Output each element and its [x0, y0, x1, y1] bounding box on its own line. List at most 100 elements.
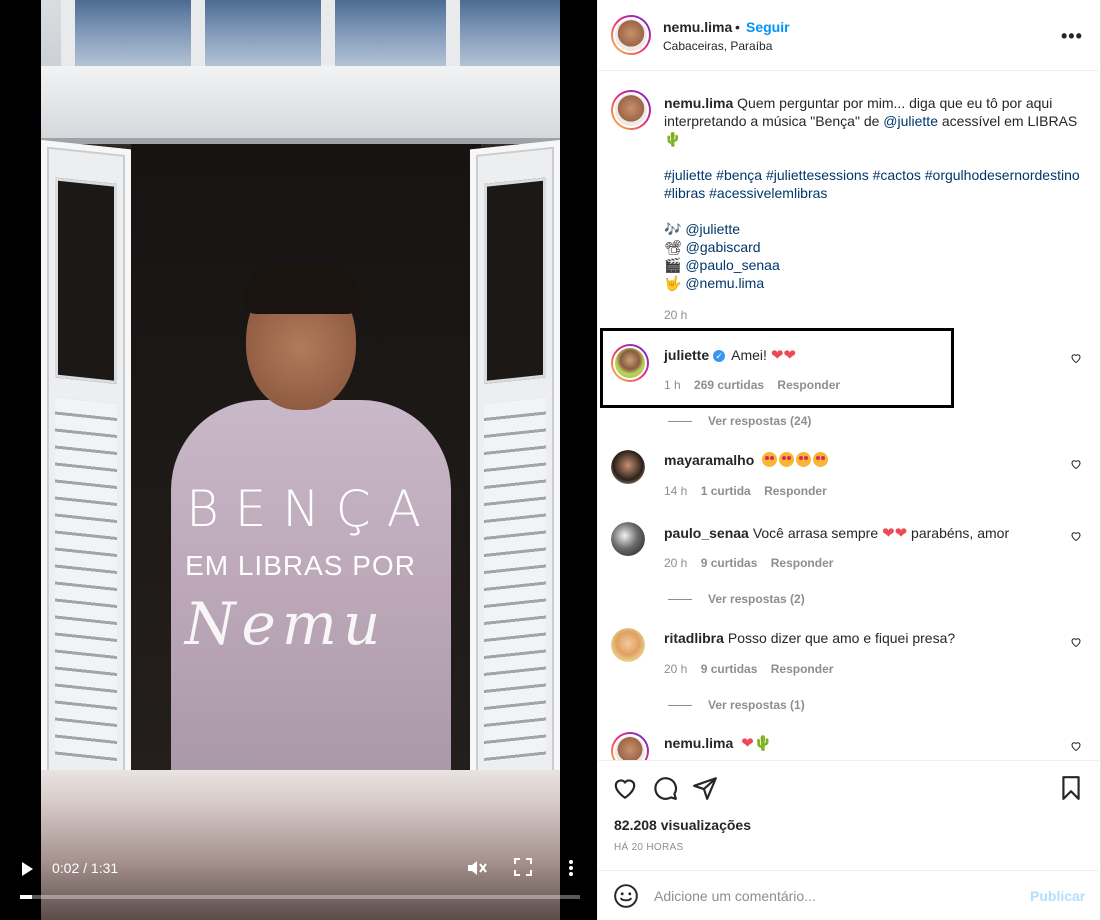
mute-icon[interactable]	[466, 858, 488, 878]
left-shutter	[41, 140, 131, 790]
comment-item: paulo_senaa Você arrasa sempre ❤❤ parabén…	[598, 522, 1101, 582]
post-age: HÁ 20 HORAS	[614, 842, 684, 853]
heart-icon[interactable]	[612, 775, 638, 801]
overlay-title: BENÇA	[186, 480, 437, 538]
post-actions: 82.208 visualizações HÁ 20 HORAS	[598, 760, 1101, 870]
comment-avatar[interactable]	[611, 450, 645, 484]
overlay-subtitle: EM LIBRAS POR	[185, 550, 416, 581]
heart-cactus-emoji: ❤🌵	[741, 735, 773, 752]
credit-mention[interactable]: @gabiscard	[686, 239, 761, 255]
share-icon[interactable]	[692, 775, 718, 801]
post-header: nemu.lima • Seguir Cabaceiras, Paraíba •…	[598, 0, 1101, 71]
comment-text: paulo_senaa Você arrasa sempre ❤❤ parabén…	[664, 525, 1010, 542]
comment-text: mayaramalho	[664, 452, 1054, 468]
hashtag-link[interactable]: #juliettesessions	[766, 167, 869, 183]
view-replies-button[interactable]: Ver respostas (24)	[668, 414, 811, 428]
comment-text: juliette ✓ Amei! ❤❤	[664, 347, 796, 364]
progress-bar[interactable]	[20, 895, 580, 899]
like-comment-icon[interactable]	[1070, 530, 1082, 542]
credit-mention[interactable]: @paulo_senaa	[685, 257, 779, 273]
caption-avatar[interactable]	[611, 90, 651, 130]
avatar[interactable]	[611, 15, 651, 55]
hashtag-link[interactable]: #acessivelemlibras	[709, 185, 827, 201]
comment-username[interactable]: mayaramalho	[664, 452, 754, 468]
heart-emoji: ❤❤	[882, 525, 908, 542]
comment-item: mayaramalho 14 h 1 curtida Responder	[598, 450, 1101, 510]
heart-eyes-emoji	[813, 452, 829, 467]
clapper-icon: 🎬	[664, 257, 682, 273]
hashtag-link[interactable]: #orgulhodesernordestino	[925, 167, 1080, 183]
credits-list: 🎶 @juliette 📽 @gabiscard 🎬 @paulo_senaa …	[664, 220, 1086, 292]
reply-button[interactable]: Responder	[764, 484, 827, 498]
reply-button[interactable]: Responder	[777, 378, 840, 392]
like-comment-icon[interactable]	[1070, 458, 1082, 470]
caption-mention[interactable]: @juliette	[883, 113, 938, 129]
caption-text-after: acessível em LIBRAS	[941, 113, 1078, 129]
comment-likes[interactable]: 1 curtida	[701, 484, 751, 498]
caption-username[interactable]: nemu.lima	[664, 95, 733, 111]
hashtag-link[interactable]: #bença	[716, 167, 762, 183]
comment-avatar[interactable]	[611, 628, 645, 662]
more-options-icon[interactable]	[566, 858, 576, 878]
comment-input[interactable]	[654, 884, 1014, 908]
like-comment-icon[interactable]	[1070, 352, 1082, 364]
comment-item: juliette ✓ Amei! ❤❤ 1 h 269 curtidas Respo…	[598, 344, 1101, 404]
verified-badge-icon: ✓	[713, 350, 726, 362]
post-sidebar: nemu.lima • Seguir Cabaceiras, Paraíba •…	[597, 0, 1101, 920]
hand-sign-icon: 🤟	[664, 275, 682, 291]
comment-time: 1 h	[664, 378, 681, 392]
video-frame[interactable]: BENÇA EM LIBRAS POR Nemu	[41, 0, 560, 920]
video-player[interactable]: BENÇA EM LIBRAS POR Nemu 0:02 / 1:31	[0, 0, 597, 920]
views-count[interactable]: 82.208 visualizações	[614, 817, 751, 833]
fullscreen-icon[interactable]	[514, 858, 532, 876]
more-options-button[interactable]: •••	[1061, 26, 1083, 47]
caption-time: 20 h	[664, 308, 688, 322]
music-icon: 🎶	[664, 221, 682, 237]
hashtag-link[interactable]: #libras	[664, 185, 705, 201]
comment-likes[interactable]: 9 curtidas	[701, 556, 758, 570]
emoji-icon[interactable]	[613, 883, 639, 909]
comment-avatar[interactable]	[611, 522, 645, 556]
comment-time: 20 h	[664, 556, 688, 570]
header-username[interactable]: nemu.lima	[663, 19, 732, 35]
heart-emoji: ❤❤	[770, 347, 796, 364]
comment-avatar[interactable]	[611, 732, 649, 760]
comment-username[interactable]: nemu.lima	[664, 735, 733, 751]
view-replies-button[interactable]: Ver respostas (2)	[668, 592, 805, 606]
like-comment-icon[interactable]	[1070, 740, 1082, 752]
follow-button[interactable]: Seguir	[746, 19, 790, 35]
publish-button[interactable]: Publicar	[1030, 888, 1085, 904]
window-lintel	[41, 66, 560, 144]
separator-dot: •	[735, 19, 740, 35]
reply-button[interactable]: Responder	[771, 556, 834, 570]
comment-meta: 14 h 1 curtida Responder	[664, 484, 837, 498]
hashtag-link[interactable]: #cactos	[873, 167, 921, 183]
location-link[interactable]: Cabaceiras, Paraíba	[663, 39, 772, 53]
heart-eyes-emoji	[779, 452, 795, 467]
hashtag-link[interactable]: #juliette	[664, 167, 712, 183]
comments-list[interactable]: nemu.lima Quem perguntar por mim... diga…	[598, 72, 1101, 760]
comment-username[interactable]: juliette	[664, 347, 709, 363]
credit-mention[interactable]: @nemu.lima	[685, 275, 764, 291]
add-comment-bar: Publicar	[598, 870, 1101, 920]
window-sky	[61, 0, 560, 68]
heart-eyes-emoji	[796, 452, 812, 467]
comment-icon[interactable]	[652, 775, 678, 801]
credit-mention[interactable]: @juliette	[685, 221, 740, 237]
bookmark-icon[interactable]	[1058, 775, 1084, 801]
comment-username[interactable]: paulo_senaa	[664, 525, 749, 541]
comment-meta: 1 h 269 curtidas Responder	[664, 378, 850, 392]
view-replies-button[interactable]: Ver respostas (1)	[668, 698, 805, 712]
reply-button[interactable]: Responder	[771, 662, 834, 676]
overlay-signature: Nemu	[184, 590, 387, 658]
comment-likes[interactable]: 269 curtidas	[694, 378, 764, 392]
play-icon[interactable]	[22, 862, 33, 876]
comment-avatar[interactable]	[611, 344, 649, 382]
comment-username[interactable]: ritadlibra	[664, 630, 724, 646]
video-controls: 0:02 / 1:31	[0, 850, 597, 920]
video-time: 0:02 / 1:31	[52, 860, 119, 876]
comment-likes[interactable]: 9 curtidas	[701, 662, 758, 676]
like-comment-icon[interactable]	[1070, 636, 1082, 648]
hashtags: #juliette #bença #juliettesessions #cact…	[664, 166, 1086, 202]
comment-item: nemu.lima ❤🌵	[598, 732, 1101, 760]
